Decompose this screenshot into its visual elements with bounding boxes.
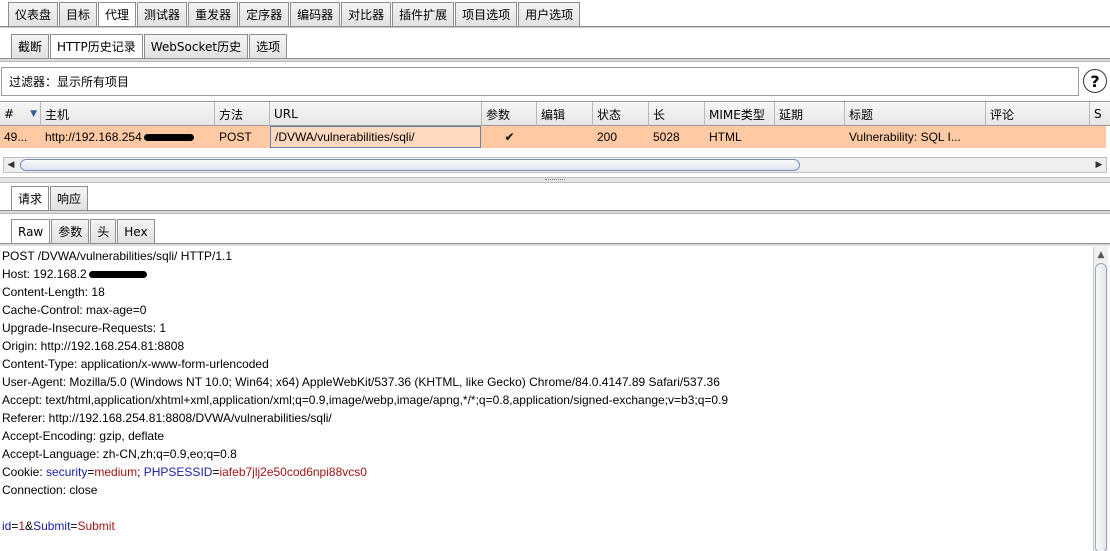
tab-decoder[interactable]: 编码器	[290, 2, 341, 26]
header-accept-encoding: Accept-Encoding: gzip, deflate	[2, 429, 165, 443]
tab-project-options[interactable]: 项目选项	[455, 2, 518, 26]
tab-raw[interactable]: Raw	[11, 219, 51, 243]
message-tab-divider	[0, 210, 1110, 214]
col-header-edited[interactable]: 编辑	[537, 102, 593, 126]
header-accept-language: Accept-Language: zh-CN,zh;q=0.9,eo;q=0.8	[2, 447, 237, 461]
col-header-title[interactable]: 标题	[845, 102, 986, 126]
request-line: POST /DVWA/vulnerabilities/sqli/ HTTP/1.…	[2, 249, 233, 263]
raw-request-editor[interactable]: POST /DVWA/vulnerabilities/sqli/ HTTP/1.…	[0, 247, 1093, 551]
proxy-sub-tab-bar: 截断 HTTP历史记录 WebSocket历史 选项	[11, 34, 288, 58]
table-header: # ▼ 主机 方法 URL 参数 编辑 状态 长 MIME类型 延期 标题 评论…	[0, 102, 1110, 126]
header-upgrade-insecure: Upgrade-Insecure-Requests: 1	[2, 321, 167, 335]
tab-user-options[interactable]: 用户选项	[518, 2, 581, 26]
filter-label: 过滤器：显示所有项目	[9, 75, 130, 89]
table-horizontal-scrollbar[interactable]: ◀ ▶	[3, 157, 1107, 173]
message-tab-bar: 请求 响应	[11, 186, 89, 210]
cell-host: http://192.168.254	[41, 126, 215, 148]
tab-websocket-history[interactable]: WebSocket历史	[143, 34, 249, 58]
col-header-ssl[interactable]: S	[1090, 102, 1110, 126]
sub-tab-divider	[0, 58, 1110, 62]
tab-comparer[interactable]: 对比器	[341, 2, 392, 26]
cookie-prefix: Cookie:	[2, 465, 47, 479]
cookie-value: iafeb7jlj2e50cod6npi88vcs0	[219, 465, 367, 479]
header-origin: Origin: http://192.168.254.81:8808	[2, 339, 185, 353]
cell-number: 49...	[4, 130, 28, 144]
view-tab-bar: Raw 参数 头 Hex	[11, 219, 156, 243]
header-content-length: Content-Length: 18	[2, 285, 105, 299]
top-tab-bar: 仪表盘 目标 代理 测试器 重发器 定序器 编码器 对比器 插件扩展 项目选项 …	[8, 2, 581, 26]
col-header-method[interactable]: 方法	[215, 102, 270, 126]
header-host-text: Host: 192.168.2	[2, 267, 87, 281]
sort-down-icon: ▼	[30, 109, 37, 119]
tab-request[interactable]: 请求	[11, 186, 50, 210]
check-icon: ✔	[504, 130, 515, 144]
col-header-mime-type[interactable]: MIME类型	[705, 102, 775, 126]
col-header-number[interactable]: # ▼	[0, 102, 41, 126]
splitter-grip[interactable]	[545, 179, 565, 181]
cell-title: Vulnerability: SQL I...	[849, 130, 961, 144]
top-tab-divider	[0, 26, 1110, 28]
tab-intercept[interactable]: 截断	[11, 34, 50, 58]
tab-proxy-options[interactable]: 选项	[249, 34, 288, 58]
redaction-mark	[143, 133, 194, 141]
scroll-right-icon[interactable]: ▶	[1092, 158, 1106, 172]
col-header-url[interactable]: URL	[270, 102, 482, 126]
cookie-key: security	[46, 465, 88, 479]
cell-method: POST	[219, 130, 252, 144]
col-header-length[interactable]: 长	[649, 102, 705, 126]
tab-sequencer[interactable]: 定序器	[239, 2, 290, 26]
header-referer: Referer: http://192.168.254.81:8808/DVWA…	[2, 411, 332, 425]
help-glyph: ?	[1090, 71, 1100, 91]
header-connection: Connection: close	[2, 483, 98, 497]
tab-target[interactable]: 目标	[59, 2, 98, 26]
tab-hex[interactable]: Hex	[117, 219, 155, 243]
col-header-host[interactable]: 主机	[41, 102, 215, 126]
cell-status: 200	[597, 130, 618, 144]
scroll-up-icon[interactable]: ▲	[1094, 248, 1108, 262]
header-cache-control: Cache-Control: max-age=0	[2, 303, 147, 317]
cookie-key: PHPSESSID	[143, 465, 213, 479]
tab-response[interactable]: 响应	[50, 186, 89, 210]
tab-headers[interactable]: 头	[90, 219, 117, 243]
body-key: Submit	[33, 519, 71, 533]
pane-splitter[interactable]	[0, 177, 1110, 183]
col-header-comment[interactable]: 评论	[986, 102, 1090, 126]
tab-repeater[interactable]: 重发器	[188, 2, 239, 26]
cookie-value: medium	[94, 465, 138, 479]
body-amp: &	[25, 519, 34, 533]
tab-dashboard[interactable]: 仪表盘	[8, 2, 59, 26]
body-value: Submit	[77, 519, 115, 533]
tab-extender[interactable]: 插件扩展	[392, 2, 455, 26]
scroll-left-icon[interactable]: ◀	[4, 158, 18, 172]
col-header-extension[interactable]: 延期	[775, 102, 845, 126]
tab-params[interactable]: 参数	[51, 219, 90, 243]
view-tab-divider	[0, 243, 1110, 246]
filter-bar[interactable]: 过滤器：显示所有项目	[1, 67, 1079, 96]
header-user-agent: User-Agent: Mozilla/5.0 (Windows NT 10.0…	[2, 375, 720, 389]
tab-intruder[interactable]: 测试器	[137, 2, 188, 26]
scrollbar-thumb[interactable]	[20, 159, 800, 171]
table-row[interactable]: 49... http://192.168.254 POST /DVWA/vuln…	[0, 126, 1106, 148]
editor-vertical-scrollbar[interactable]: ▲	[1093, 247, 1108, 551]
cell-host-text: http://192.168.254	[45, 130, 142, 144]
tab-http-history[interactable]: HTTP历史记录	[50, 34, 143, 58]
body-key: id	[2, 519, 12, 533]
header-cookie: Cookie: security=medium; PHPSESSID=iafeb…	[0, 463, 1093, 481]
request-body: id=1&Submit=Submit	[0, 517, 1093, 535]
tab-proxy[interactable]: 代理	[98, 2, 137, 26]
col-header-params[interactable]: 参数	[482, 102, 537, 126]
help-icon[interactable]: ?	[1083, 69, 1107, 93]
header-accept: Accept: text/html,application/xhtml+xml,…	[2, 393, 729, 407]
cell-url: /DVWA/vulnerabilities/sqli/	[270, 126, 481, 148]
col-number-label: #	[4, 107, 15, 121]
col-header-status[interactable]: 状态	[593, 102, 649, 126]
cell-length: 5028	[653, 130, 680, 144]
cell-mime-type: HTML	[709, 130, 742, 144]
redaction-mark	[88, 271, 147, 279]
cookie-sep: ;	[137, 465, 144, 479]
header-content-type: Content-Type: application/x-www-form-url…	[2, 357, 269, 371]
scrollbar-thumb[interactable]	[1095, 263, 1107, 551]
header-host: Host: 192.168.2	[0, 265, 1093, 283]
